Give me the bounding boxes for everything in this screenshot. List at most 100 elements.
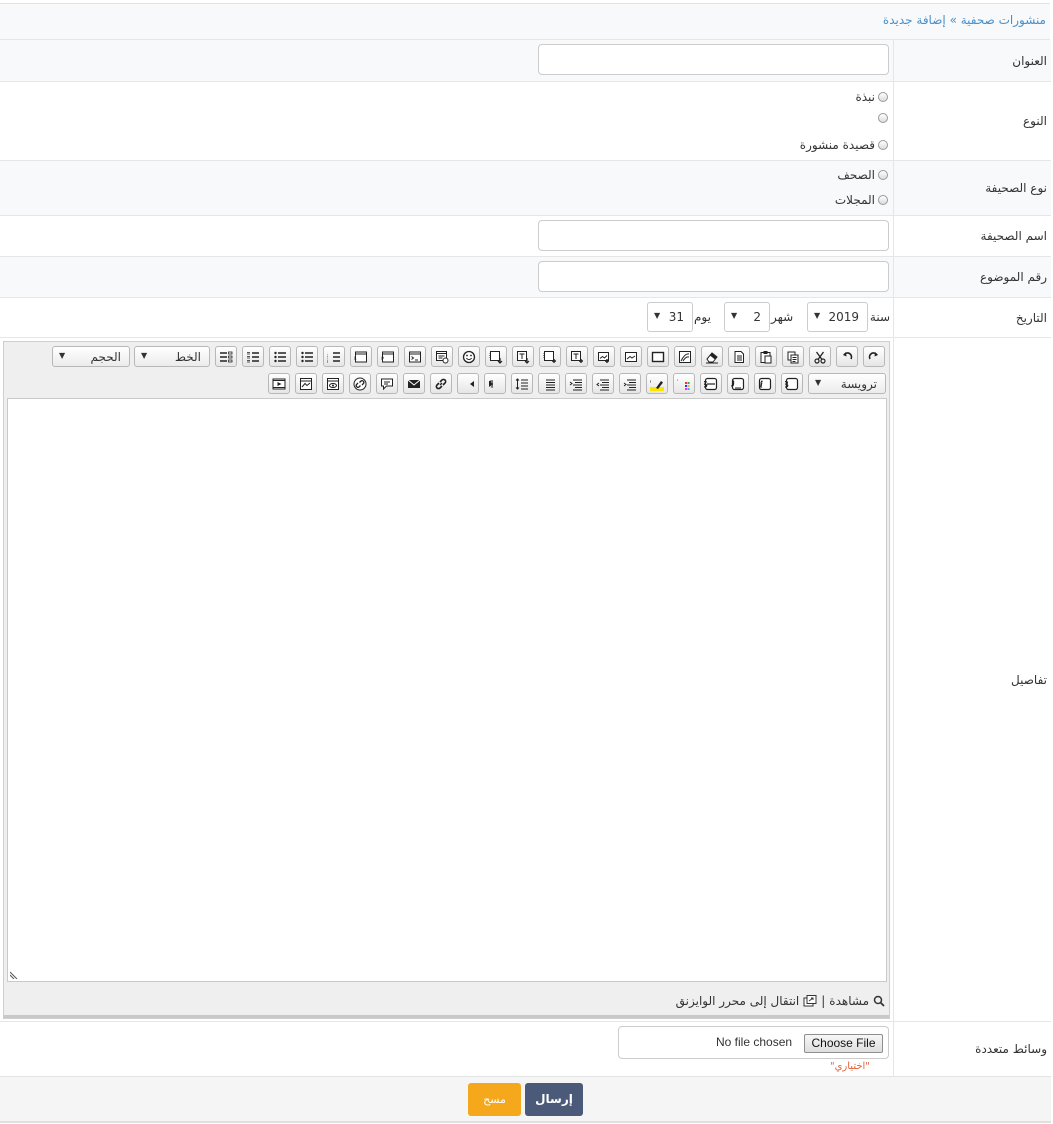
ordered-list-icon[interactable]: 123 [323, 346, 345, 367]
svg-text:¶: ¶ [461, 380, 462, 390]
insert-image-icon[interactable] [620, 346, 642, 367]
type-option-empty[interactable] [875, 113, 888, 123]
type-option-label: قصيدة منشورة [799, 138, 875, 152]
year-value: 2019 [828, 310, 859, 324]
code-box-icon[interactable] [431, 346, 453, 367]
paper-name-label: اسم الصحيفة [980, 229, 1047, 243]
editor-content-area[interactable] [7, 398, 887, 982]
switch-editor-icon[interactable] [803, 995, 817, 1007]
highlight-icon[interactable]: ab [646, 373, 668, 394]
html-icon[interactable]: HTML [350, 346, 372, 367]
line-spacing-icon[interactable] [511, 373, 533, 394]
submit-button[interactable]: إرسال [525, 1083, 583, 1116]
paste-text-icon[interactable] [728, 346, 750, 367]
clear-button[interactable]: مسح [468, 1083, 521, 1116]
no-file-text: No file chosen [716, 1035, 793, 1049]
breadcrumb-current-link[interactable]: إضافة جديدة [883, 13, 946, 27]
font-select[interactable]: الخط ▼ [134, 346, 210, 367]
topic-number-input[interactable] [538, 261, 889, 292]
title-label: العنوان [1012, 53, 1047, 68]
chevron-down-icon: ▼ [731, 311, 738, 320]
undo-icon[interactable] [836, 346, 858, 367]
php-icon[interactable]: PHP [377, 346, 399, 367]
radio-button[interactable] [878, 170, 888, 180]
insert-bbcode-box-icon[interactable]: BB [539, 346, 561, 367]
bold-icon[interactable]: B [781, 373, 803, 394]
paper-type-option-newspapers[interactable]: الصحف [837, 168, 888, 182]
svg-text:i: i [760, 380, 764, 390]
switch-editor-link[interactable]: انتقال إلى محرر الوايزنق [676, 994, 800, 1008]
link-icon[interactable] [430, 373, 452, 394]
align-justify-icon[interactable] [538, 373, 560, 394]
redo-icon[interactable] [863, 346, 885, 367]
resize-grip-icon[interactable] [10, 971, 18, 979]
underline-icon[interactable]: U [727, 373, 749, 394]
radio-button[interactable] [878, 140, 888, 150]
paper-type-row: نوع الصحيفة الصحف المجلات [0, 161, 1051, 216]
unordered-list-2-icon[interactable] [269, 346, 291, 367]
insert-symbol-icon[interactable] [674, 346, 696, 367]
align-center-icon[interactable] [592, 373, 614, 394]
align-right-icon[interactable] [619, 373, 641, 394]
paper-type-option-magazines[interactable]: المجلات [835, 193, 888, 207]
paper-name-row: اسم الصحيفة [0, 216, 1051, 257]
emoji-icon[interactable] [458, 346, 480, 367]
insert-media-icon[interactable] [295, 373, 317, 394]
month-value: 2 [753, 310, 761, 324]
chevron-down-icon: ▼ [59, 351, 66, 360]
file-input[interactable]: Choose File No file chosen [618, 1026, 889, 1059]
size-select[interactable]: الحجم ▼ [52, 346, 130, 367]
strikethrough-icon[interactable]: S [700, 373, 722, 394]
radio-button[interactable] [878, 113, 888, 123]
svg-text:B: B [785, 380, 789, 390]
insert-text-box-icon[interactable] [566, 346, 588, 367]
radio-button[interactable] [878, 195, 888, 205]
eraser-icon[interactable] [701, 346, 723, 367]
chevron-down-icon: ▼ [815, 378, 822, 387]
font-select-value: الخط [174, 350, 201, 364]
breadcrumb-section-link[interactable]: منشورات صحفية [961, 13, 1046, 27]
ltr-icon[interactable]: ¶ [457, 373, 479, 394]
cut-icon[interactable] [809, 346, 831, 367]
chevron-down-icon: ▼ [654, 311, 661, 320]
chevron-down-icon: ▼ [814, 311, 821, 320]
editor-status-bar: مشاهدة | انتقال إلى محرر الوايزنق [676, 994, 885, 1008]
text-color-icon[interactable]: T [673, 373, 695, 394]
year-select[interactable]: 2019 ▼ [807, 302, 868, 332]
paper-type-label: نوع الصحيفة [985, 181, 1047, 195]
type-option-published-poem[interactable]: قصيدة منشورة [800, 138, 888, 152]
type-option-brief[interactable]: نبذة [855, 90, 888, 104]
unordered-list-icon[interactable] [296, 346, 318, 367]
align-left-icon[interactable] [565, 373, 587, 394]
paper-type-option-label: المجلات [834, 193, 875, 207]
insert-image-url-icon[interactable] [593, 346, 615, 367]
preview-link[interactable]: مشاهدة [829, 994, 869, 1008]
unlink-icon[interactable] [349, 373, 371, 394]
box-icon[interactable] [647, 346, 669, 367]
paste-icon[interactable] [755, 346, 777, 367]
choose-file-button[interactable]: Choose File [804, 1034, 883, 1053]
radio-button[interactable] [878, 92, 888, 102]
bbcode-down-icon[interactable]: BB [485, 346, 507, 367]
copy-icon[interactable] [782, 346, 804, 367]
heading-select[interactable]: ترويسة ▼ [808, 373, 886, 394]
day-label: يوم [694, 310, 711, 324]
day-select[interactable]: 31 ▼ [647, 302, 693, 332]
svg-text:S: S [704, 380, 708, 390]
text-down-icon[interactable] [512, 346, 534, 367]
chevron-down-icon: ▼ [141, 351, 148, 360]
paper-name-input[interactable] [538, 220, 889, 251]
search-icon[interactable] [873, 995, 885, 1007]
email-icon[interactable] [403, 373, 425, 394]
outdent-list-icon[interactable] [215, 346, 237, 367]
year-label: سنة [869, 310, 890, 324]
title-input[interactable] [538, 44, 889, 75]
video-icon[interactable] [268, 373, 290, 394]
rtl-icon[interactable]: ¶ [484, 373, 506, 394]
italic-icon[interactable]: i [754, 373, 776, 394]
month-select[interactable]: 2 ▼ [724, 302, 770, 332]
terminal-icon[interactable] [404, 346, 426, 367]
insert-attachment-icon[interactable] [322, 373, 344, 394]
indent-list-icon[interactable] [242, 346, 264, 367]
quote-icon[interactable] [376, 373, 398, 394]
